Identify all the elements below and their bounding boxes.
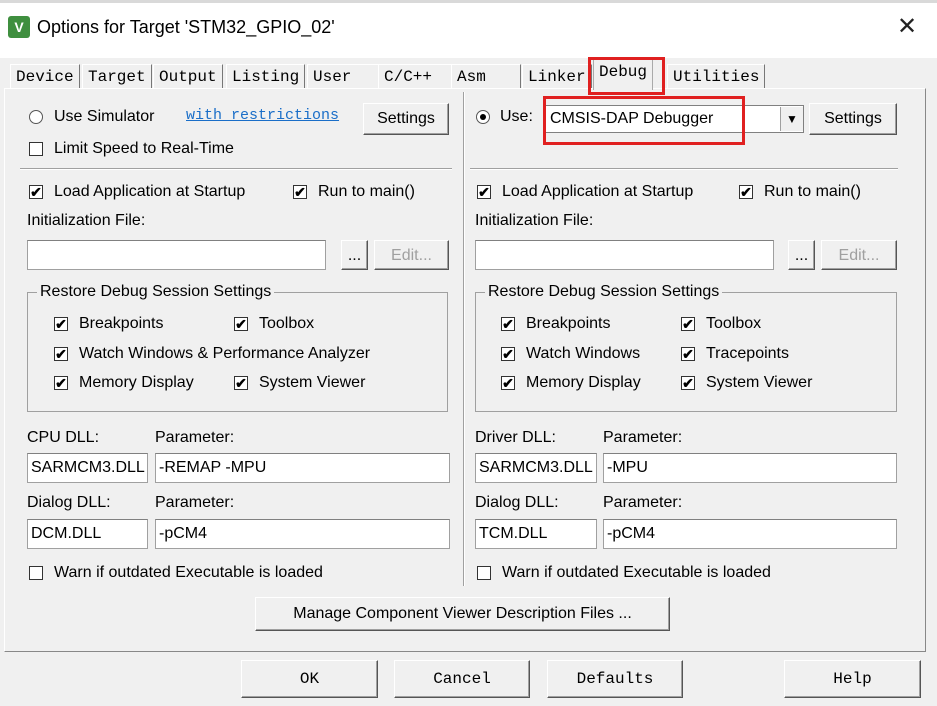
tab-cpp[interactable]: C/C++ [378, 64, 456, 89]
right-watch-windows-label: Watch Windows [526, 345, 641, 362]
right-dialog-param-field[interactable]: -pCM4 [603, 519, 897, 549]
left-init-file-label: Initialization File: [27, 212, 146, 229]
right-dialog-dll-field[interactable]: TCM.DLL [475, 519, 597, 549]
right-load-app-checkbox[interactable]: ✔ [477, 185, 491, 199]
close-icon[interactable]: ✕ [893, 12, 921, 42]
tab-target[interactable]: Target [82, 64, 152, 89]
left-load-app-checkbox[interactable]: ✔ [29, 185, 43, 199]
left-dialog-dll-label: Dialog DLL: [27, 494, 111, 511]
right-run-to-main-label: Run to main() [764, 183, 861, 200]
right-run-to-main-checkbox[interactable]: ✔ [739, 185, 753, 199]
chevron-down-icon[interactable]: ▼ [780, 107, 803, 131]
left-init-file-input[interactable] [27, 240, 326, 270]
cpu-dll-label: CPU DLL: [27, 429, 100, 446]
defaults-button[interactable]: Defaults [547, 660, 683, 698]
use-debugger-radio[interactable] [476, 110, 490, 124]
left-memory-display-checkbox[interactable]: ✔ [54, 376, 68, 390]
debugger-select-value: CMSIS-DAP Debugger [550, 110, 714, 127]
right-memory-display-label: Memory Display [526, 374, 641, 391]
cancel-button[interactable]: Cancel [394, 660, 530, 698]
app-icon: V [8, 16, 30, 38]
panel-divider [463, 92, 465, 586]
tab-output[interactable]: Output [153, 64, 223, 89]
left-watch-windows-label: Watch Windows & Performance Analyzer [79, 345, 371, 362]
driver-param-field[interactable]: -MPU [603, 453, 897, 483]
right-memory-display-checkbox[interactable]: ✔ [501, 376, 515, 390]
left-dialog-param-field[interactable]: -pCM4 [155, 519, 450, 549]
left-watch-windows-checkbox[interactable]: ✔ [54, 347, 68, 361]
left-load-app-label: Load Application at Startup [54, 183, 246, 200]
use-simulator-radio[interactable] [29, 110, 43, 124]
left-dialog-dll-field[interactable]: DCM.DLL [27, 519, 148, 549]
limit-speed-checkbox[interactable] [29, 142, 43, 156]
ok-button[interactable]: OK [241, 660, 378, 698]
right-init-file-input[interactable] [475, 240, 774, 270]
right-tracepoints-label: Tracepoints [706, 345, 789, 362]
left-system-viewer-checkbox[interactable]: ✔ [234, 376, 248, 390]
right-toolbox-checkbox[interactable]: ✔ [681, 317, 695, 331]
use-label: Use: [500, 108, 533, 125]
right-init-file-label: Initialization File: [475, 212, 594, 229]
window-title: Options for Target 'STM32_GPIO_02' [37, 17, 335, 37]
tab-linker[interactable]: Linker [522, 64, 592, 89]
right-browse-button[interactable]: ... [788, 240, 815, 270]
right-load-app-label: Load Application at Startup [502, 183, 694, 200]
restrictions-link[interactable]: with restrictions [186, 107, 339, 124]
left-browse-button[interactable]: ... [341, 240, 368, 270]
right-divider [470, 168, 898, 170]
use-simulator-label: Use Simulator [54, 108, 155, 125]
right-warn-checkbox[interactable] [477, 566, 491, 580]
tab-utilities[interactable]: Utilities [667, 64, 766, 89]
left-restore-group-title: Restore Debug Session Settings [37, 283, 275, 301]
simulator-settings-button[interactable]: Settings [363, 103, 449, 135]
driver-dll-label: Driver DLL: [475, 429, 556, 446]
driver-dll-field[interactable]: SARMCM3.DLL [475, 453, 597, 483]
right-breakpoints-label: Breakpoints [526, 315, 611, 332]
left-warn-checkbox[interactable] [29, 566, 43, 580]
left-edit-button[interactable]: Edit... [374, 240, 449, 270]
cpu-dll-field[interactable]: SARMCM3.DLL [27, 453, 148, 483]
help-button[interactable]: Help [784, 660, 921, 698]
right-warn-label: Warn if outdated Executable is loaded [502, 564, 771, 581]
right-dialog-param-label: Parameter: [603, 494, 683, 511]
left-warn-label: Warn if outdated Executable is loaded [54, 564, 323, 581]
left-toolbox-checkbox[interactable]: ✔ [234, 317, 248, 331]
tab-device[interactable]: Device [10, 64, 80, 89]
cpu-param-label: Parameter: [155, 429, 235, 446]
left-run-to-main-checkbox[interactable]: ✔ [293, 185, 307, 199]
tab-user[interactable]: User [307, 64, 379, 89]
left-dialog-param-label: Parameter: [155, 494, 235, 511]
right-system-viewer-label: System Viewer [706, 374, 813, 391]
right-restore-group-title: Restore Debug Session Settings [485, 283, 723, 301]
driver-param-label: Parameter: [603, 429, 683, 446]
cpu-param-field[interactable]: -REMAP -MPU [155, 453, 450, 483]
right-tracepoints-checkbox[interactable]: ✔ [681, 347, 695, 361]
right-watch-windows-checkbox[interactable]: ✔ [501, 347, 515, 361]
left-breakpoints-label: Breakpoints [79, 315, 164, 332]
left-divider [20, 168, 452, 170]
left-system-viewer-label: System Viewer [259, 374, 366, 391]
left-breakpoints-checkbox[interactable]: ✔ [54, 317, 68, 331]
left-run-to-main-label: Run to main() [318, 183, 415, 200]
left-memory-display-label: Memory Display [79, 374, 194, 391]
top-strip [0, 0, 937, 3]
right-system-viewer-checkbox[interactable]: ✔ [681, 376, 695, 390]
debugger-select[interactable]: CMSIS-DAP Debugger [545, 105, 804, 133]
tab-listing[interactable]: Listing [226, 64, 306, 89]
manage-component-viewer-button[interactable]: Manage Component Viewer Description File… [255, 597, 670, 631]
right-edit-button[interactable]: Edit... [821, 240, 897, 270]
tab-asm[interactable]: Asm [451, 64, 521, 89]
right-toolbox-label: Toolbox [706, 315, 762, 332]
limit-speed-label: Limit Speed to Real-Time [54, 140, 234, 157]
right-breakpoints-checkbox[interactable]: ✔ [501, 317, 515, 331]
tab-debug[interactable]: Debug [593, 59, 654, 90]
right-dialog-dll-label: Dialog DLL: [475, 494, 559, 511]
debugger-settings-button[interactable]: Settings [809, 103, 897, 135]
left-toolbox-label: Toolbox [259, 315, 315, 332]
